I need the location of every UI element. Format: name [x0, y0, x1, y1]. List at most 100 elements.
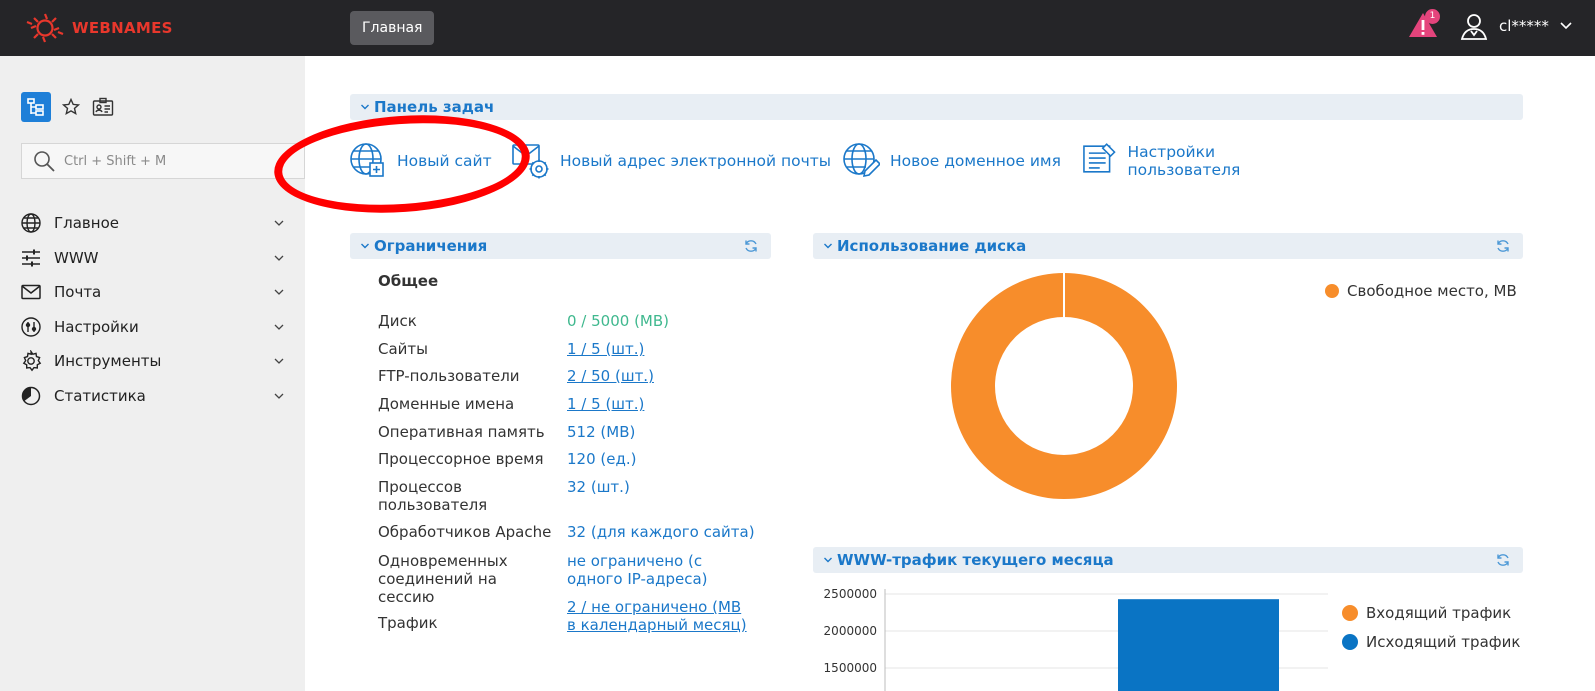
disk-title: Использование диска	[837, 237, 1027, 255]
chevron-down-icon	[824, 243, 832, 249]
chevron-down-icon	[274, 220, 284, 227]
disk-donut-chart	[951, 273, 1177, 499]
chevron-down-icon	[361, 104, 369, 110]
id-card-icon	[92, 97, 114, 116]
task-user-settings[interactable]: Настройки пользователя	[1080, 142, 1330, 180]
legend-label: Свободное место, MB	[1347, 282, 1517, 300]
sidebar-item-tools[interactable]: Инструменты	[20, 344, 285, 379]
limits-title: Ограничения	[374, 237, 488, 255]
user-settings-icon	[1083, 143, 1116, 173]
limits-section-title: Общее	[378, 272, 439, 290]
limit-value: 32 (шт.)	[567, 478, 630, 496]
chevron-down-icon	[274, 324, 284, 330]
limit-value: 120 (ед.)	[567, 450, 637, 468]
limit-value-link[interactable]: 2 / не ограничено (MB в календарный меся…	[567, 598, 747, 634]
y-tick-label: 2500000	[824, 587, 877, 601]
chevron-down-icon	[1560, 22, 1572, 30]
highlight-ellipse	[270, 107, 534, 221]
limit-label: Сайты	[378, 340, 428, 358]
limit-row: Обработчиков Apache 32 (для каждого сайт…	[378, 523, 778, 541]
tab-home[interactable]: Главная	[350, 11, 435, 45]
legend-swatch	[1342, 634, 1358, 650]
limit-row: Оперативная память 512 (MB)	[378, 423, 778, 441]
refresh-icon[interactable]	[1495, 238, 1511, 254]
limit-label: Диск	[378, 312, 417, 330]
sidebar-item-settings[interactable]: Настройки	[20, 310, 285, 345]
legend-swatch	[1325, 284, 1339, 298]
sidebar-item-label: WWW	[54, 248, 99, 267]
chevron-down-icon	[361, 243, 369, 249]
webnames-logo[interactable]: WEBNAMES	[22, 11, 173, 45]
traffic-panel-header[interactable]: WWW-трафик текущего месяца	[813, 547, 1523, 573]
y-tick-label: 1500000	[824, 661, 877, 675]
limit-label: Обработчиков Apache	[378, 523, 552, 541]
limit-row: Доменные имена 1 / 5 (шт.)	[378, 395, 778, 413]
taskbar-panel-header[interactable]: Панель задач	[350, 94, 1523, 120]
traffic-legend-incoming: Входящий трафик	[1342, 604, 1511, 622]
disk-panel-header[interactable]: Использование диска	[813, 233, 1523, 259]
task-label: Настройки пользователя	[1127, 143, 1241, 179]
logo-text: WEBNAMES	[72, 19, 173, 37]
task-new-domain[interactable]: Новое доменное имя	[842, 142, 1080, 180]
chevron-down-icon	[824, 557, 832, 563]
chevron-down-icon	[274, 255, 284, 261]
search-icon	[34, 151, 55, 172]
limit-row: Процессорное время 120 (ед.)	[378, 450, 778, 468]
limit-value-link[interactable]: 1 / 5 (шт.)	[567, 340, 767, 358]
sidebar-item-label: Статистика	[54, 386, 146, 405]
top-bar: WEBNAMES Главная 1 cl*****	[0, 0, 1595, 56]
limit-label: Доменные имена	[378, 395, 515, 413]
mail-icon	[21, 285, 41, 300]
limit-value: 512 (MB)	[567, 423, 636, 441]
taskbar-title: Панель задач	[374, 98, 495, 116]
legend-label: Исходящий трафик	[1366, 633, 1521, 651]
limit-row: Диск 0 / 5000 (MB)	[378, 312, 778, 330]
sidebar-item-label: Инструменты	[54, 352, 162, 371]
traffic-bar-chart: 2500000 2000000 1500000	[824, 587, 1328, 691]
limit-value-link[interactable]: 2 / 50 (шт.)	[567, 367, 767, 385]
sidebar-item-label: Настройки	[54, 317, 139, 336]
sidebar-item-main[interactable]: Главное	[20, 206, 285, 241]
task-label: Новый адрес электронной почты	[560, 152, 832, 170]
limit-row: Сайты 1 / 5 (шт.)	[378, 340, 778, 358]
sidebar-item-statistics[interactable]: Статистика	[20, 379, 285, 414]
limits-panel-header[interactable]: Ограничения	[350, 233, 771, 259]
legend-swatch	[1342, 605, 1358, 621]
sidebar-item-www[interactable]: WWW	[20, 241, 285, 276]
donut-slice	[951, 273, 1177, 499]
globe-pen-icon	[843, 143, 880, 178]
limit-label: Процессорное время	[378, 450, 544, 468]
limit-label: Трафик	[378, 614, 438, 632]
alert-button[interactable]: 1	[1407, 9, 1443, 43]
clipboard-button[interactable]	[91, 92, 115, 122]
limit-row: FTP-пользователи 2 / 50 (шт.)	[378, 367, 778, 385]
favorites-button[interactable]	[59, 92, 83, 122]
star-icon	[62, 98, 80, 116]
limit-row: Трафик 2 / не ограничено (MB в календарн…	[378, 598, 778, 634]
refresh-icon[interactable]	[1495, 552, 1511, 568]
sidebar-item-label: Главное	[54, 214, 119, 233]
tree-view-button[interactable]	[21, 92, 51, 122]
refresh-icon[interactable]	[743, 238, 759, 254]
legend-label: Входящий трафик	[1366, 604, 1512, 622]
globe-icon	[21, 213, 41, 233]
limit-label: Оперативная память	[378, 423, 545, 441]
chevron-down-icon	[274, 393, 284, 399]
limit-row: Процессов пользователя 32 (шт.)	[378, 478, 778, 514]
pie-chart-icon	[21, 386, 41, 405]
user-menu[interactable]: cl*****	[1459, 11, 1573, 41]
sidebar-item-label: Почта	[54, 283, 102, 302]
chevron-down-icon	[274, 289, 284, 296]
tree-icon	[27, 98, 44, 116]
sun-logo-icon	[26, 13, 64, 43]
chevron-down-icon	[274, 358, 284, 365]
limit-value: 32 (для каждого сайта)	[567, 523, 755, 541]
task-new-email[interactable]: Новый адрес электронной почты	[512, 142, 842, 180]
limit-label: Процессов пользователя	[378, 478, 488, 514]
search-input[interactable]	[64, 153, 284, 169]
sidebar-search[interactable]	[21, 143, 305, 179]
limit-value: 0 / 5000 (MB)	[567, 312, 670, 330]
gear-icon	[22, 350, 42, 372]
limit-value-link[interactable]: 1 / 5 (шт.)	[567, 395, 767, 413]
sidebar-item-mail[interactable]: Почта	[20, 275, 285, 310]
